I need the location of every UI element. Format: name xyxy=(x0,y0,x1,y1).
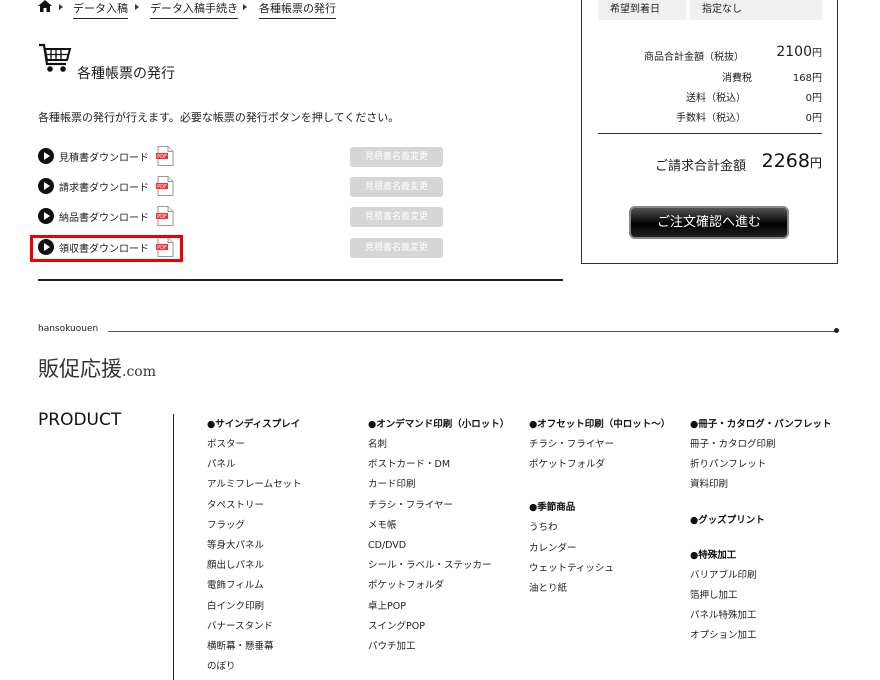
footer-brand-text: hansokuouen xyxy=(38,324,99,334)
fee-value: 0円 xyxy=(805,113,822,124)
play-icon xyxy=(38,208,54,224)
product-link[interactable]: 箔押し加工 xyxy=(690,586,831,606)
product-link[interactable]: バリアブル印刷 xyxy=(690,566,831,586)
breadcrumb-item-current: 各種帳票の発行 xyxy=(259,0,336,19)
tax-value: 168円 xyxy=(792,73,822,84)
category-seasonal[interactable]: ●季節商品 xyxy=(529,498,670,518)
tax-label: 消費税 xyxy=(722,73,752,84)
shipping-value: 0円 xyxy=(805,93,822,104)
product-link[interactable]: うちわ xyxy=(529,518,670,538)
product-link[interactable]: フラッグ xyxy=(207,516,302,536)
confirm-order-button[interactable]: ご注文確認へ進む xyxy=(629,206,789,239)
product-link[interactable]: ポスター xyxy=(207,435,302,455)
product-link[interactable]: パネル xyxy=(207,455,302,475)
quote-download-link[interactable]: 見積書ダウンロード PDF xyxy=(38,146,188,166)
category-sign-display[interactable]: ●サインディスプレイ xyxy=(207,415,302,435)
product-link[interactable]: 顔出しパネル xyxy=(207,556,302,576)
breadcrumb-item-upload-procedure[interactable]: データ入稿手続き xyxy=(150,0,238,19)
product-link[interactable]: 冊子・カタログ印刷 xyxy=(690,435,831,455)
product-link[interactable]: 油とり紙 xyxy=(529,579,670,599)
fee-label: 手数料（税込） xyxy=(676,113,746,124)
product-link[interactable]: ポストカード・DM xyxy=(368,455,509,475)
product-link[interactable]: 折りパンフレット xyxy=(690,455,831,475)
product-link[interactable]: 横断幕・懸垂幕 xyxy=(207,637,302,657)
svg-text:PDF: PDF xyxy=(157,184,167,190)
delivery-note-rename-button[interactable]: 見積書名義変更 xyxy=(350,207,443,227)
invoice-rename-button[interactable]: 見積書名義変更 xyxy=(350,177,443,197)
product-column: ●オフセット印刷（中ロット〜） チラシ・フライヤー ポケットフォルダ ●季節商品… xyxy=(529,415,670,599)
grand-total-value: 2268円 xyxy=(761,150,822,172)
delivery-date-label: 希望到着日 xyxy=(598,0,686,20)
svg-text:PDF: PDF xyxy=(157,154,167,160)
product-column: ●オンデマンド印刷（小ロット） 名刺 ポストカード・DM カード印刷 チラシ・フ… xyxy=(368,415,509,657)
delivery-note-download-link[interactable]: 納品書ダウンロード PDF xyxy=(38,206,188,226)
pdf-icon: PDF xyxy=(156,146,174,166)
product-link[interactable]: カレンダー xyxy=(529,539,670,559)
page-title: 各種帳票の発行 xyxy=(77,66,175,82)
category-booklet[interactable]: ●冊子・カタログ・パンフレット xyxy=(690,415,831,435)
product-column: ●冊子・カタログ・パンフレット 冊子・カタログ印刷 折りパンフレット 資料印刷 … xyxy=(690,415,831,646)
product-link[interactable]: ウェットティッシュ xyxy=(529,559,670,579)
home-icon[interactable] xyxy=(38,0,52,12)
product-link[interactable]: メモ帳 xyxy=(368,516,509,536)
product-link[interactable]: シール・ラベル・ステッカー xyxy=(368,556,509,576)
product-link[interactable]: 電飾フィルム xyxy=(207,576,302,596)
product-heading: PRODUCT xyxy=(38,410,122,430)
quote-rename-button[interactable]: 見積書名義変更 xyxy=(350,147,443,167)
download-label: 請求書ダウンロード xyxy=(59,183,149,194)
product-link[interactable]: チラシ・フライヤー xyxy=(529,435,670,455)
product-link[interactable]: スイングPOP xyxy=(368,617,509,637)
svg-text:PDF: PDF xyxy=(157,214,167,220)
breadcrumb-separator-icon xyxy=(59,4,63,10)
product-divider xyxy=(173,414,174,680)
grand-total-label: ご請求合計金額 xyxy=(654,159,746,174)
receipt-highlight-frame xyxy=(30,235,183,262)
subtotal-value: 2100円 xyxy=(776,44,822,60)
category-special-processing[interactable]: ●特殊加工 xyxy=(690,546,831,566)
download-label: 見積書ダウンロード xyxy=(59,153,149,164)
product-column: ●サインディスプレイ ポスター パネル アルミフレームセット タペストリー フラ… xyxy=(207,415,302,677)
product-link[interactable]: バナースタンド xyxy=(207,617,302,637)
play-icon xyxy=(38,148,54,164)
product-link[interactable]: パネル特殊加工 xyxy=(690,606,831,626)
product-link[interactable]: 白インク印刷 xyxy=(207,597,302,617)
breadcrumb-item-data-upload[interactable]: データ入稿 xyxy=(73,0,128,19)
pdf-icon: PDF xyxy=(156,206,174,226)
site-logo[interactable]: 販促応援.com xyxy=(38,353,156,383)
summary-divider xyxy=(598,133,822,134)
page-description: 各種帳票の発行が行えます。必要な帳票の発行ボタンを押してください。 xyxy=(38,111,400,124)
footer-divider xyxy=(108,331,836,332)
category-offset[interactable]: ●オフセット印刷（中ロット〜） xyxy=(529,415,670,435)
breadcrumb-separator-icon xyxy=(243,4,247,10)
play-icon xyxy=(38,178,54,194)
pdf-icon: PDF xyxy=(156,176,174,196)
shipping-label: 送料（税込） xyxy=(686,93,746,104)
delivery-date-value: 指定なし xyxy=(690,0,822,20)
product-link[interactable]: CD/DVD xyxy=(368,536,509,556)
invoice-download-link[interactable]: 請求書ダウンロード PDF xyxy=(38,176,188,196)
product-link[interactable]: 等身大パネル xyxy=(207,536,302,556)
product-link[interactable]: 卓上POP xyxy=(368,597,509,617)
product-link[interactable]: のぼり xyxy=(207,657,302,677)
section-divider xyxy=(38,279,563,281)
breadcrumb-separator-icon xyxy=(135,4,139,10)
category-on-demand[interactable]: ●オンデマンド印刷（小ロット） xyxy=(368,415,509,435)
product-link[interactable]: タペストリー xyxy=(207,496,302,516)
product-link[interactable]: カード印刷 xyxy=(368,475,509,495)
footer-divider-dot xyxy=(834,328,839,333)
receipt-rename-button[interactable]: 見積書名義変更 xyxy=(350,238,443,258)
product-link[interactable]: ポケットフォルダ xyxy=(529,455,670,475)
subtotal-label: 商品合計金額（税抜） xyxy=(644,52,744,63)
product-link[interactable]: ポケットフォルダ xyxy=(368,576,509,596)
product-link[interactable]: オプション加工 xyxy=(690,626,831,646)
category-goods-print[interactable]: ●グッズプリント xyxy=(690,511,831,531)
product-link[interactable]: チラシ・フライヤー xyxy=(368,496,509,516)
product-link[interactable]: 資料印刷 xyxy=(690,475,831,495)
product-link[interactable]: パウチ加工 xyxy=(368,637,509,657)
product-link[interactable]: 名刺 xyxy=(368,435,509,455)
product-link[interactable]: アルミフレームセット xyxy=(207,475,302,495)
shopping-cart-icon xyxy=(39,43,72,72)
download-label: 納品書ダウンロード xyxy=(59,213,149,224)
